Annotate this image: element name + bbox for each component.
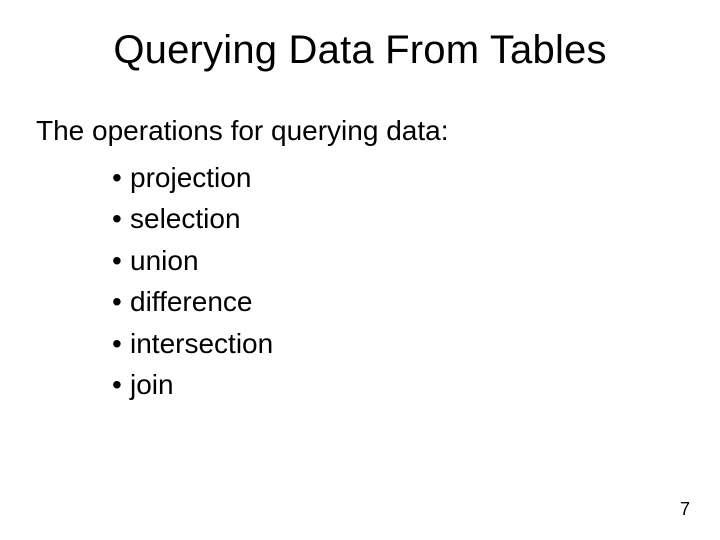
bullet-list: projection selection union difference in…	[112, 157, 684, 406]
slide-title: Querying Data From Tables	[36, 28, 684, 73]
slide-intro-text: The operations for querying data:	[36, 115, 684, 147]
list-item: intersection	[112, 323, 684, 364]
list-item: union	[112, 240, 684, 281]
slide: Querying Data From Tables The operations…	[0, 0, 720, 540]
list-item: projection	[112, 157, 684, 198]
list-item: selection	[112, 198, 684, 239]
list-item: join	[112, 364, 684, 405]
list-item: difference	[112, 281, 684, 322]
page-number: 7	[680, 499, 690, 520]
